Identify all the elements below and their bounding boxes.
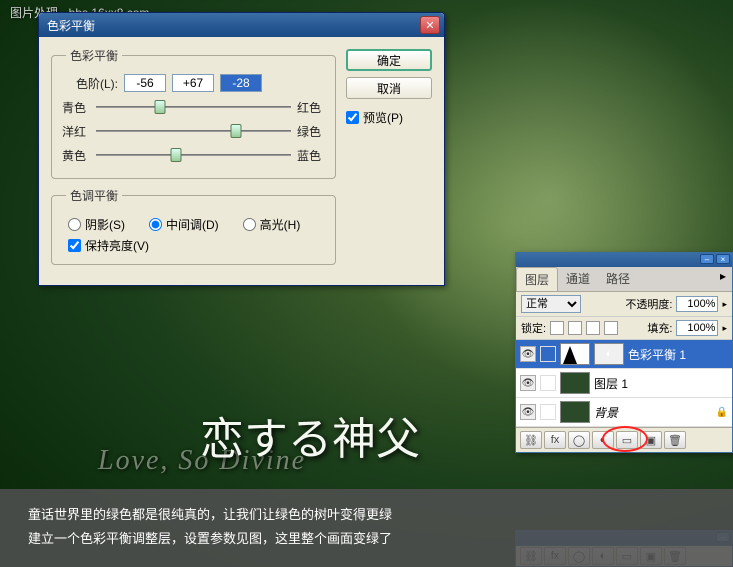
mask-icon[interactable]: ◯	[568, 431, 590, 449]
layer-row[interactable]: 👁 背景 🔒	[516, 398, 732, 427]
slider-left-label: 黄色	[62, 147, 90, 164]
level-c-input[interactable]	[220, 74, 262, 92]
panel-footer: ⛓ fx ◯ ◐ ▭ ▣ 🗑	[516, 427, 732, 452]
panel-titlebar[interactable]: – ×	[516, 253, 732, 267]
opacity-label: 不透明度:	[625, 296, 672, 312]
color-balance-dialog: 色彩平衡 ✕ 色彩平衡 色阶(L): 青色 红色 洋红	[38, 12, 445, 286]
dialog-titlebar[interactable]: 色彩平衡 ✕	[39, 13, 444, 37]
level-a-input[interactable]	[124, 74, 166, 92]
link-column[interactable]	[540, 375, 556, 391]
preserve-luminosity-checkbox[interactable]: 保持亮度(V)	[68, 237, 319, 254]
layer-name: 图层 1	[594, 375, 628, 392]
layer-thumb[interactable]	[560, 372, 590, 394]
caption-line: 童话世界里的绿色都是很纯真的，让我们让绿色的树叶变得更绿	[28, 503, 705, 527]
lock-pixels-icon[interactable]	[568, 321, 582, 335]
layer-name: 背景	[594, 404, 618, 421]
chevron-down-icon[interactable]: ▸	[722, 299, 727, 310]
layers-panel: – × 图层 通道 路径 ▸ 正常 不透明度: ▸ 锁定: 填充: ▸ 👁 ◐ …	[515, 252, 733, 453]
layer-name: 色彩平衡 1	[628, 346, 686, 363]
folder-icon[interactable]: ▭	[616, 431, 638, 449]
ok-button[interactable]: 确定	[346, 49, 432, 71]
highlights-radio[interactable]: 高光(H)	[243, 216, 301, 233]
visibility-icon[interactable]: 👁	[520, 404, 536, 420]
tab-channels[interactable]: 通道	[558, 267, 598, 291]
lock-all-icon[interactable]	[604, 321, 618, 335]
dialog-title: 色彩平衡	[43, 17, 420, 34]
blend-mode-select[interactable]: 正常	[521, 295, 581, 313]
lock-label: 锁定:	[521, 320, 546, 336]
opacity-input[interactable]	[676, 296, 718, 312]
cyan-red-slider[interactable]	[96, 98, 291, 116]
layer-thumb[interactable]	[560, 401, 590, 423]
layer-row[interactable]: 👁 ◐ 色彩平衡 1	[516, 340, 732, 369]
new-layer-icon[interactable]: ▣	[640, 431, 662, 449]
lock-position-icon[interactable]	[586, 321, 600, 335]
cancel-button[interactable]: 取消	[346, 77, 432, 99]
visibility-icon[interactable]: 👁	[520, 346, 536, 362]
close-icon[interactable]: ✕	[420, 16, 440, 34]
lock-icon: 🔒	[716, 407, 728, 418]
layer-row[interactable]: 👁 图层 1	[516, 369, 732, 398]
slider-left-label: 青色	[62, 99, 90, 116]
slider-right-label: 蓝色	[297, 147, 325, 164]
preview-checkbox[interactable]: 预览(P)	[346, 109, 432, 126]
tone-balance-group: 色调平衡 阴影(S) 中间调(D) 高光(H) 保持亮度(V)	[51, 187, 336, 265]
magenta-green-slider[interactable]	[96, 122, 291, 140]
visibility-icon[interactable]: 👁	[520, 375, 536, 391]
chevron-down-icon[interactable]: ▸	[722, 323, 727, 334]
adjustment-thumb[interactable]: ◐	[594, 343, 624, 365]
group-legend: 色调平衡	[66, 187, 122, 204]
panel-menu-icon[interactable]: ▸	[714, 267, 732, 291]
levels-label: 色阶(L):	[62, 75, 118, 92]
shadows-radio[interactable]: 阴影(S)	[68, 216, 125, 233]
layer-list: 👁 ◐ 色彩平衡 1 👁 图层 1 👁 背景 🔒	[516, 340, 732, 427]
link-column[interactable]	[540, 346, 556, 362]
group-legend: 色彩平衡	[66, 47, 122, 64]
lock-transparency-icon[interactable]	[550, 321, 564, 335]
layer-mask-thumb[interactable]	[560, 343, 590, 365]
photo-title: 恋する神父	[200, 403, 420, 467]
midtones-radio[interactable]: 中间调(D)	[149, 216, 219, 233]
caption-line: 建立一个色彩平衡调整层，设置参数见图，这里整个画面变绿了	[28, 527, 705, 551]
color-balance-group: 色彩平衡 色阶(L): 青色 红色 洋红 绿色	[51, 47, 336, 179]
tutorial-caption: 童话世界里的绿色都是很纯真的，让我们让绿色的树叶变得更绿 建立一个色彩平衡调整层…	[0, 489, 733, 567]
slider-right-label: 绿色	[297, 123, 325, 140]
slider-left-label: 洋红	[62, 123, 90, 140]
minimize-icon[interactable]: –	[700, 254, 714, 264]
slider-right-label: 红色	[297, 99, 325, 116]
level-b-input[interactable]	[172, 74, 214, 92]
fx-icon[interactable]: fx	[544, 431, 566, 449]
fill-input[interactable]	[676, 320, 718, 336]
adjust-icon[interactable]: ◐	[592, 431, 614, 449]
trash-icon[interactable]: 🗑	[664, 431, 686, 449]
link-icon[interactable]: ⛓	[520, 431, 542, 449]
tab-paths[interactable]: 路径	[598, 267, 638, 291]
yellow-blue-slider[interactable]	[96, 146, 291, 164]
tab-layers[interactable]: 图层	[516, 267, 558, 291]
link-column[interactable]	[540, 404, 556, 420]
panel-close-icon[interactable]: ×	[716, 254, 730, 264]
fill-label: 填充:	[647, 320, 672, 336]
